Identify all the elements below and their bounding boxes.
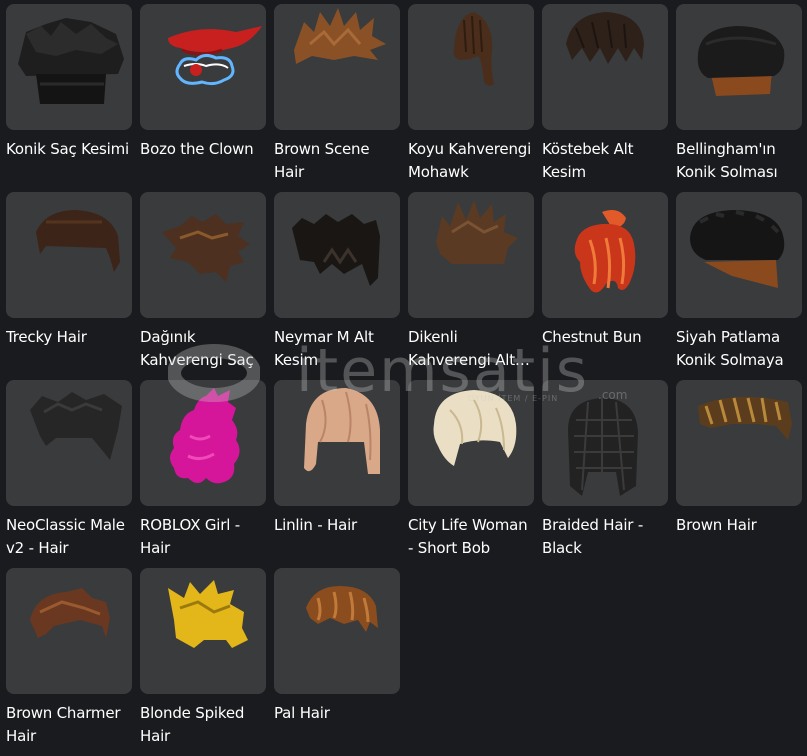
item-thumbnail[interactable] [408, 4, 534, 130]
item-thumbnail[interactable] [676, 4, 802, 130]
hair-trecky-icon [36, 210, 120, 272]
item-name[interactable]: Brown Hair [676, 514, 802, 537]
item-thumbnail[interactable] [6, 568, 132, 694]
item-name[interactable]: Siyah Patlama Konik Solmaya [676, 326, 802, 372]
item-thumbnail[interactable] [6, 192, 132, 318]
item-card[interactable]: Trecky Hair [6, 192, 132, 380]
item-card[interactable]: Brown Charmer Hair [6, 568, 132, 756]
item-thumbnail[interactable] [542, 380, 668, 506]
hair-afro-fade-icon [690, 210, 785, 288]
item-card[interactable]: NeoClassic Male v2 - Hair [6, 380, 132, 568]
item-thumbnail[interactable] [6, 4, 132, 130]
item-thumbnail[interactable] [274, 380, 400, 506]
hair-undercut-icon [566, 12, 644, 64]
hair-spiky-brown-icon [436, 200, 518, 264]
hair-bun-icon [574, 210, 636, 293]
item-card[interactable]: Neymar M Alt Kesim [274, 192, 400, 380]
item-name[interactable]: Trecky Hair [6, 326, 132, 349]
item-card[interactable]: Pal Hair [274, 568, 400, 756]
hair-scene-brown-icon [294, 8, 386, 64]
hair-charmer-icon [30, 588, 110, 638]
item-name[interactable]: Köstebek Alt Kesim [542, 138, 668, 184]
hair-black-cone-icon [18, 18, 124, 104]
item-card[interactable]: Konik Saç Kesimi [6, 4, 132, 192]
hair-neymar-icon [292, 214, 380, 286]
item-card[interactable]: Brown Hair [676, 380, 802, 568]
item-thumbnail[interactable] [542, 4, 668, 130]
hair-clown-icon [168, 26, 262, 86]
item-name[interactable]: Linlin - Hair [274, 514, 400, 537]
item-name[interactable]: Dikenli Kahverengi Alt Kesim [408, 326, 534, 372]
item-name[interactable]: Braided Hair - Black [542, 514, 668, 560]
hair-pal-icon [306, 586, 378, 632]
item-card[interactable]: ROBLOX Girl - Hair [140, 380, 266, 568]
hair-brown-icon [698, 396, 792, 440]
item-name[interactable]: Koyu Kahverengi Mohawk [408, 138, 534, 184]
item-thumbnail[interactable] [274, 4, 400, 130]
hair-braided-icon [568, 398, 638, 496]
item-thumbnail[interactable] [542, 192, 668, 318]
item-thumbnail[interactable] [6, 380, 132, 506]
item-thumbnail[interactable] [140, 192, 266, 318]
item-name[interactable]: City Life Woman - Short Bob [408, 514, 534, 560]
item-card[interactable]: Bellingham'ın Konik Solması [676, 4, 802, 192]
hair-fade-icon [697, 26, 785, 96]
item-card[interactable]: Braided Hair - Black [542, 380, 668, 568]
item-thumbnail[interactable] [140, 380, 266, 506]
item-card[interactable]: Blonde Spiked Hair [140, 568, 266, 756]
item-name[interactable]: Pal Hair [274, 702, 400, 725]
item-name[interactable]: Bozo the Clown [140, 138, 266, 161]
hair-mohawk-icon [453, 12, 494, 86]
item-card[interactable]: Koyu Kahverengi Mohawk [408, 4, 534, 192]
item-name[interactable]: Dağınık Kahverengi Saç [140, 326, 266, 372]
item-thumbnail[interactable] [274, 568, 400, 694]
item-thumbnail[interactable] [408, 192, 534, 318]
hair-linlin-icon [304, 388, 380, 474]
hair-blonde-bob-icon [433, 390, 517, 466]
item-name[interactable]: ROBLOX Girl - Hair [140, 514, 266, 560]
item-name[interactable]: Bellingham'ın Konik Solması [676, 138, 802, 184]
hair-pink-icon [170, 388, 240, 484]
item-card[interactable]: Dikenli Kahverengi Alt Kesim [408, 192, 534, 380]
item-thumbnail[interactable] [676, 380, 802, 506]
item-name[interactable]: Brown Charmer Hair [6, 702, 132, 748]
item-card[interactable]: Brown Scene Hair [274, 4, 400, 192]
item-thumbnail[interactable] [676, 192, 802, 318]
item-card[interactable]: Siyah Patlama Konik Solmaya [676, 192, 802, 380]
item-thumbnail[interactable] [140, 568, 266, 694]
item-card[interactable]: Bozo the Clown [140, 4, 266, 192]
item-name[interactable]: NeoClassic Male v2 - Hair [6, 514, 132, 560]
item-name[interactable]: Konik Saç Kesimi [6, 138, 132, 161]
item-name[interactable]: Blonde Spiked Hair [140, 702, 266, 748]
item-name[interactable]: Chestnut Bun [542, 326, 668, 349]
item-card[interactable]: Linlin - Hair [274, 380, 400, 568]
item-card[interactable]: City Life Woman - Short Bob [408, 380, 534, 568]
hair-neoclassic-icon [30, 392, 122, 460]
item-thumbnail[interactable] [140, 4, 266, 130]
hair-messy-brown-icon [162, 214, 250, 282]
hair-blonde-spiked-icon [168, 580, 248, 648]
item-thumbnail[interactable] [274, 192, 400, 318]
item-name[interactable]: Brown Scene Hair [274, 138, 400, 184]
item-thumbnail[interactable] [408, 380, 534, 506]
item-name[interactable]: Neymar M Alt Kesim [274, 326, 400, 372]
item-card[interactable]: Köstebek Alt Kesim [542, 4, 668, 192]
item-card[interactable]: Dağınık Kahverengi Saç [140, 192, 266, 380]
item-card[interactable]: Chestnut Bun [542, 192, 668, 380]
item-grid: Konik Saç Kesimi Bozo the Clown Brown Sc… [6, 4, 802, 756]
